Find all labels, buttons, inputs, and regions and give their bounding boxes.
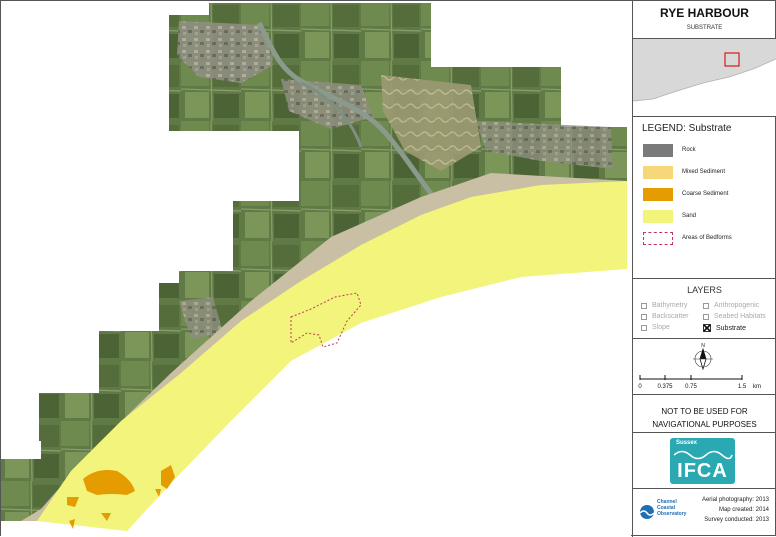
checkbox-icon: [641, 313, 647, 320]
disclaimer-line-1: NOT TO BE USED FOR: [661, 407, 748, 416]
scale-tick-075: 0.75: [685, 384, 697, 390]
scale-bar: 0 0.375 0.75 1.5 km: [638, 375, 761, 390]
north-arrow-icon: N: [693, 343, 713, 371]
disclaimer-line-2: NAVIGATIONAL PURPOSES: [652, 420, 757, 429]
scale-tick-0: 0: [638, 384, 642, 390]
credit-aerial: Aerial photography: 2013: [701, 497, 769, 503]
layer-seabed-habitats[interactable]: Seabed Habitats: [703, 313, 766, 320]
layer-substrate[interactable]: Substrate: [703, 324, 746, 332]
legend-swatch-coarse-sediment: [643, 187, 673, 201]
credit-created: Map created: 2014: [718, 507, 769, 513]
logo-block: Sussex IFCA: [633, 433, 776, 489]
legend-title: LEGEND: Substrate: [642, 123, 732, 134]
logo-name: IFCA: [677, 460, 728, 482]
locator-inset: [632, 39, 776, 117]
observatory-name: Channel Coastal Observatory: [657, 499, 687, 517]
checkbox-icon: [641, 324, 647, 331]
layers-panel: LAYERS Bathymetry Backscatter Slope Anth…: [633, 279, 776, 339]
observatory-logo-icon: [639, 505, 655, 519]
map-subtitle: SUBSTRATE: [686, 25, 723, 31]
scale-graphics: N 0 0.375 0.75 1.5 km: [638, 343, 761, 390]
legend-swatch-mixed-sediment: [643, 165, 673, 179]
legend-swatch-rock: [643, 143, 673, 157]
layer-backscatter[interactable]: Backscatter: [641, 313, 689, 320]
credit-survey: Survey conducted: 2013: [704, 517, 769, 523]
checkbox-icon: [703, 313, 709, 320]
map-svg: [1, 3, 627, 531]
checkbox-icon: [703, 302, 709, 309]
logo-region: Sussex: [676, 440, 698, 446]
legend-item-mixed-sediment: Mixed Sediment: [643, 165, 725, 179]
legend-swatch-bedforms: [643, 231, 673, 245]
legend: LEGEND: Substrate Rock Mixed Sediment Co…: [633, 117, 776, 279]
legend-item-sand: Sand: [643, 209, 696, 223]
scale-unit: km: [753, 384, 761, 390]
title-block: RYE HARBOUR SUBSTRATE: [633, 1, 776, 39]
layer-slope[interactable]: Slope: [641, 324, 670, 331]
map-canvas[interactable]: [1, 1, 631, 537]
map-info-panel: RYE HARBOUR SUBSTRATE LEGEND: Substrate …: [632, 1, 776, 537]
scale-tick-0375: 0.375: [657, 384, 673, 390]
legend-item-bedforms: Areas of Bedforms: [643, 231, 732, 245]
legend-item-coarse-sediment: Coarse Sediment: [643, 187, 728, 201]
scale-tick-15: 1.5: [738, 384, 747, 390]
disclaimer-block: NOT TO BE USED FOR NAVIGATIONAL PURPOSES: [633, 395, 776, 433]
locator-map: [632, 39, 776, 116]
checked-box-icon: [703, 324, 711, 332]
sussex-ifca-logo: Sussex IFCA: [670, 438, 735, 484]
credits-block: Channel Coastal Observatory Aerial photo…: [633, 489, 776, 536]
map-frame: RYE HARBOUR SUBSTRATE LEGEND: Substrate …: [0, 0, 776, 537]
checkbox-icon: [641, 302, 647, 309]
map-title: RYE HARBOUR: [660, 6, 749, 20]
north-and-scale: N 0 0.375 0.75 1.5 km: [633, 339, 776, 395]
legend-swatch-sand: [643, 209, 673, 223]
layer-bathymetry[interactable]: Bathymetry: [641, 302, 687, 309]
svg-text:N: N: [701, 343, 705, 349]
layer-anthropogenic[interactable]: Anthropogenic: [703, 302, 759, 309]
layers-title: LAYERS: [687, 285, 722, 295]
legend-item-rock: Rock: [643, 143, 696, 157]
